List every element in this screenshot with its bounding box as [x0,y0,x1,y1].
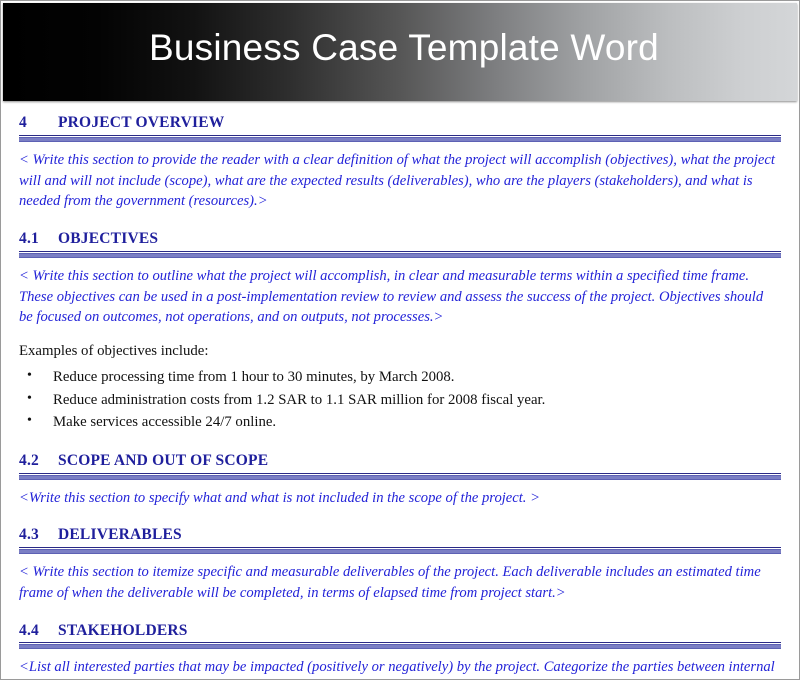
section-number: 4.2 [19,451,39,469]
section-heading-4: 4 PROJECT OVERVIEW [19,114,785,132]
objectives-examples-list: Reduce processing time from 1 hour to 30… [19,365,785,433]
heading-rule [19,472,781,480]
title-banner: Business Case Template Word [3,3,797,101]
section-heading-4-2: 4.2 SCOPE AND OUT OF SCOPE [19,452,785,470]
section-heading-4-3: 4.3 DELIVERABLES [19,526,785,544]
section-number: 4.1 [19,229,39,247]
examples-lead-in: Examples of objectives include: [19,342,209,359]
section-title: PROJECT OVERVIEW [58,114,225,131]
section-instruction-4-4: <List all interested parties that may be… [19,659,775,676]
section-number: 4.3 [19,526,39,544]
section-number: 4 [19,114,27,131]
section-heading-4-1: 4.1 OBJECTIVES [19,230,785,248]
list-item: Reduce administration costs from 1.2 SAR… [19,388,785,411]
heading-rule [19,547,781,555]
page-title: Business Case Template Word [149,27,659,68]
document-body: 4 PROJECT OVERVIEW < Write this section t… [1,101,799,679]
section-instruction-4-1: < Write this section to outline what the… [19,267,764,326]
section-title: OBJECTIVES [58,229,159,247]
list-item: Make services accessible 24/7 online. [19,410,785,433]
section-instruction-4-2: <Write this section to specify what and … [19,489,540,506]
section-instruction-4-3: < Write this section to itemize specific… [19,564,761,601]
section-title: STAKEHOLDERS [58,621,188,639]
section-instruction-4: < Write this section to provide the read… [19,151,775,210]
section-title: SCOPE AND OUT OF SCOPE [58,451,269,469]
list-item: Reduce processing time from 1 hour to 30… [19,365,785,388]
section-title: DELIVERABLES [58,526,182,544]
section-heading-4-4: 4.4 STAKEHOLDERS [19,622,785,640]
heading-rule [19,642,781,650]
document-page: Business Case Template Word 4 PROJECT OVE… [0,0,800,680]
heading-rule [19,134,781,142]
section-number: 4.4 [19,621,39,639]
heading-rule [19,250,781,258]
